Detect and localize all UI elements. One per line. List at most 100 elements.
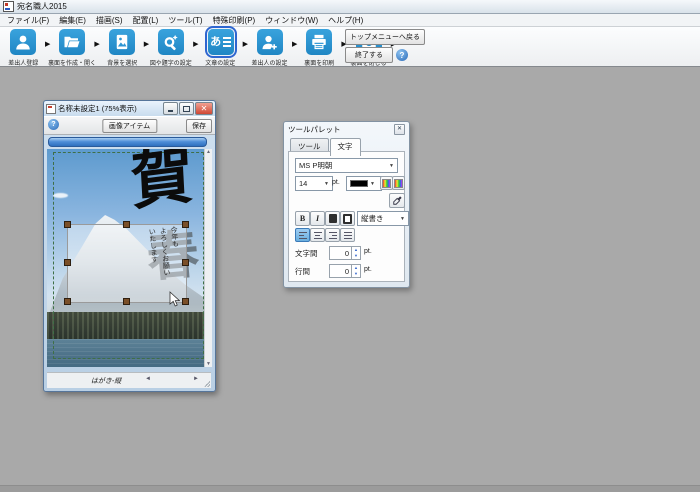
menu-draw[interactable]: 描画(S) [91,15,128,26]
paper-type-label: はがき-縦 [91,376,121,386]
step-figure-title-settings[interactable]: 図や題字の設定 [151,29,191,67]
calligraphy-ga[interactable]: 賀 [129,149,194,217]
font-color-select[interactable]: ▼ [346,176,382,191]
step-print-back[interactable]: 裏面を印刷 [299,29,339,67]
menu-window[interactable]: ウィンドウ(W) [260,15,323,26]
menu-layout[interactable]: 配置(L) [128,15,164,26]
char-spacing-stepper[interactable]: ▲▼ [351,247,360,259]
palette-title-bar[interactable]: ツールパレット ✕ [284,122,409,136]
char-spacing-unit: pt. [364,248,372,255]
palette-close-icon[interactable]: ✕ [394,124,405,135]
outline-style-icon [343,214,352,224]
handle-mid-right[interactable] [182,259,189,266]
handle-top-left[interactable] [64,221,71,228]
outline-style-button[interactable] [340,211,355,226]
chevron-down-icon: ▼ [324,181,329,187]
bold-button[interactable]: B [295,211,310,226]
document-toolbar: ? 画像アイテム 保存 [44,116,215,135]
background-image-icon [109,29,135,55]
shadow-style-button[interactable] [325,211,340,226]
handle-mid-left[interactable] [64,259,71,266]
handle-top-right[interactable] [182,221,189,228]
step-arrow-icon: ▶ [292,40,297,48]
line-spacing-input[interactable]: 0 ▲▼ [329,264,361,278]
scroll-left-icon[interactable]: ◄ [145,376,151,382]
document-icon [46,104,56,114]
person-add-icon [257,29,283,55]
app-title-bar: 宛名職人2015 [0,0,700,14]
shadow-style-icon [329,214,337,223]
item-type-button[interactable]: 画像アイテム [102,119,157,133]
align-center-button[interactable] [310,228,325,242]
greeting-text[interactable]: 今年も よろしくお願い いたします [146,226,185,301]
vertical-scrollbar[interactable]: ▲ ▼ [204,149,212,367]
handle-bottom-center[interactable] [123,298,130,305]
folder-open-icon [59,29,85,55]
chevron-down-icon: ▼ [370,181,375,187]
step-arrow-icon: ▶ [45,40,50,48]
step-label: 裏面を作成・開く [48,57,96,66]
step-label: 差出人登録 [8,57,38,66]
doc-help-icon[interactable]: ? [48,119,59,130]
line-spacing-stepper[interactable]: ▲▼ [351,265,360,277]
tab-text[interactable]: 文字 [330,138,361,156]
exit-button[interactable]: 終了する [345,47,393,63]
step-arrow-icon: ▶ [144,40,149,48]
gradient-colors-button[interactable] [392,176,405,190]
tool-palette-window[interactable]: ツールパレット ✕ ツール 文字 MS P明朝 ▼ 14 ▼ pt. ▼ [283,121,410,288]
scroll-up-icon[interactable]: ▲ [206,149,211,155]
step-label: 裏面を印刷 [304,57,334,66]
document-title-bar[interactable]: 名称未設定1 (75%表示) ✕ [44,101,215,116]
font-size-select[interactable]: 14 ▼ [295,176,333,191]
align-bottom-button[interactable] [325,228,340,242]
menu-file[interactable]: ファイル(F) [2,15,54,26]
char-spacing-label: 文字間 [295,248,318,259]
chevron-down-icon: ▼ [389,163,394,169]
step-text-settings[interactable]: あ 文章の設定 [201,29,241,67]
step-sender-settings[interactable]: 差出人の設定 [250,29,290,67]
workflow-toolbar: 差出人登録 ▶ 裏面を作成・開く ▶ 背景を選択 ▶ 図や題字の設定 ▶ あ [0,27,700,68]
selected-item-bar[interactable] [48,137,207,147]
align-justify-button[interactable] [340,228,355,242]
text-lines-icon: あ [208,29,234,55]
resize-grip[interactable] [204,381,210,387]
step-select-background[interactable]: 背景を選択 [102,29,142,67]
handle-bottom-left[interactable] [64,298,71,305]
save-button[interactable]: 保存 [186,119,212,133]
menu-tools[interactable]: ツール(T) [163,15,207,26]
step-sender-register[interactable]: 差出人登録 [3,29,43,67]
chevron-down-icon: ▼ [400,216,405,222]
orientation-select[interactable]: 縦書き ▼ [357,211,409,226]
eyedropper-button[interactable] [389,193,405,208]
person-icon [10,29,36,55]
maximize-button[interactable] [179,102,194,115]
step-label: 図や題字の設定 [150,57,192,66]
app-icon [3,1,14,12]
mouse-cursor [169,291,180,312]
italic-button[interactable]: I [310,211,325,226]
menu-edit[interactable]: 編集(E) [54,15,91,26]
desk-bottom-strip [0,485,700,492]
scroll-down-icon[interactable]: ▼ [206,361,211,367]
postcard-canvas[interactable]: 賀 春 今年も よろしくお願い いたします [47,149,204,367]
rainbow-grid-icon [394,179,403,188]
menu-bar: ファイル(F) 編集(E) 描画(S) 配置(L) ツール(T) 特殊印刷(P)… [0,14,700,27]
scroll-right-icon[interactable]: ► [193,376,199,382]
help-icon[interactable]: ? [396,49,408,61]
align-top-button[interactable] [295,228,310,242]
handle-top-center[interactable] [123,221,130,228]
close-button[interactable]: ✕ [195,102,213,115]
document-window[interactable]: 名称未設定1 (75%表示) ✕ ? 画像アイテム 保存 賀 春 [43,100,216,392]
step-label: 背景を選択 [107,57,137,66]
step-create-open-back[interactable]: 裏面を作成・開く [52,29,92,67]
char-spacing-input[interactable]: 0 ▲▼ [329,246,361,260]
menu-help[interactable]: ヘルプ(H) [323,15,368,26]
font-family-select[interactable]: MS P明朝 ▼ [295,158,398,173]
back-to-top-menu-button[interactable]: トップメニューへ戻る [345,29,425,45]
menu-special-print[interactable]: 特殊印刷(P) [208,15,261,26]
handle-bottom-right[interactable] [182,298,189,305]
workspace: 名称未設定1 (75%表示) ✕ ? 画像アイテム 保存 賀 春 [0,67,700,492]
minimize-button[interactable] [163,102,178,115]
align-bottom-icon [329,232,337,239]
document-status-bar: はがき-縦 ◄ ► [47,372,211,388]
